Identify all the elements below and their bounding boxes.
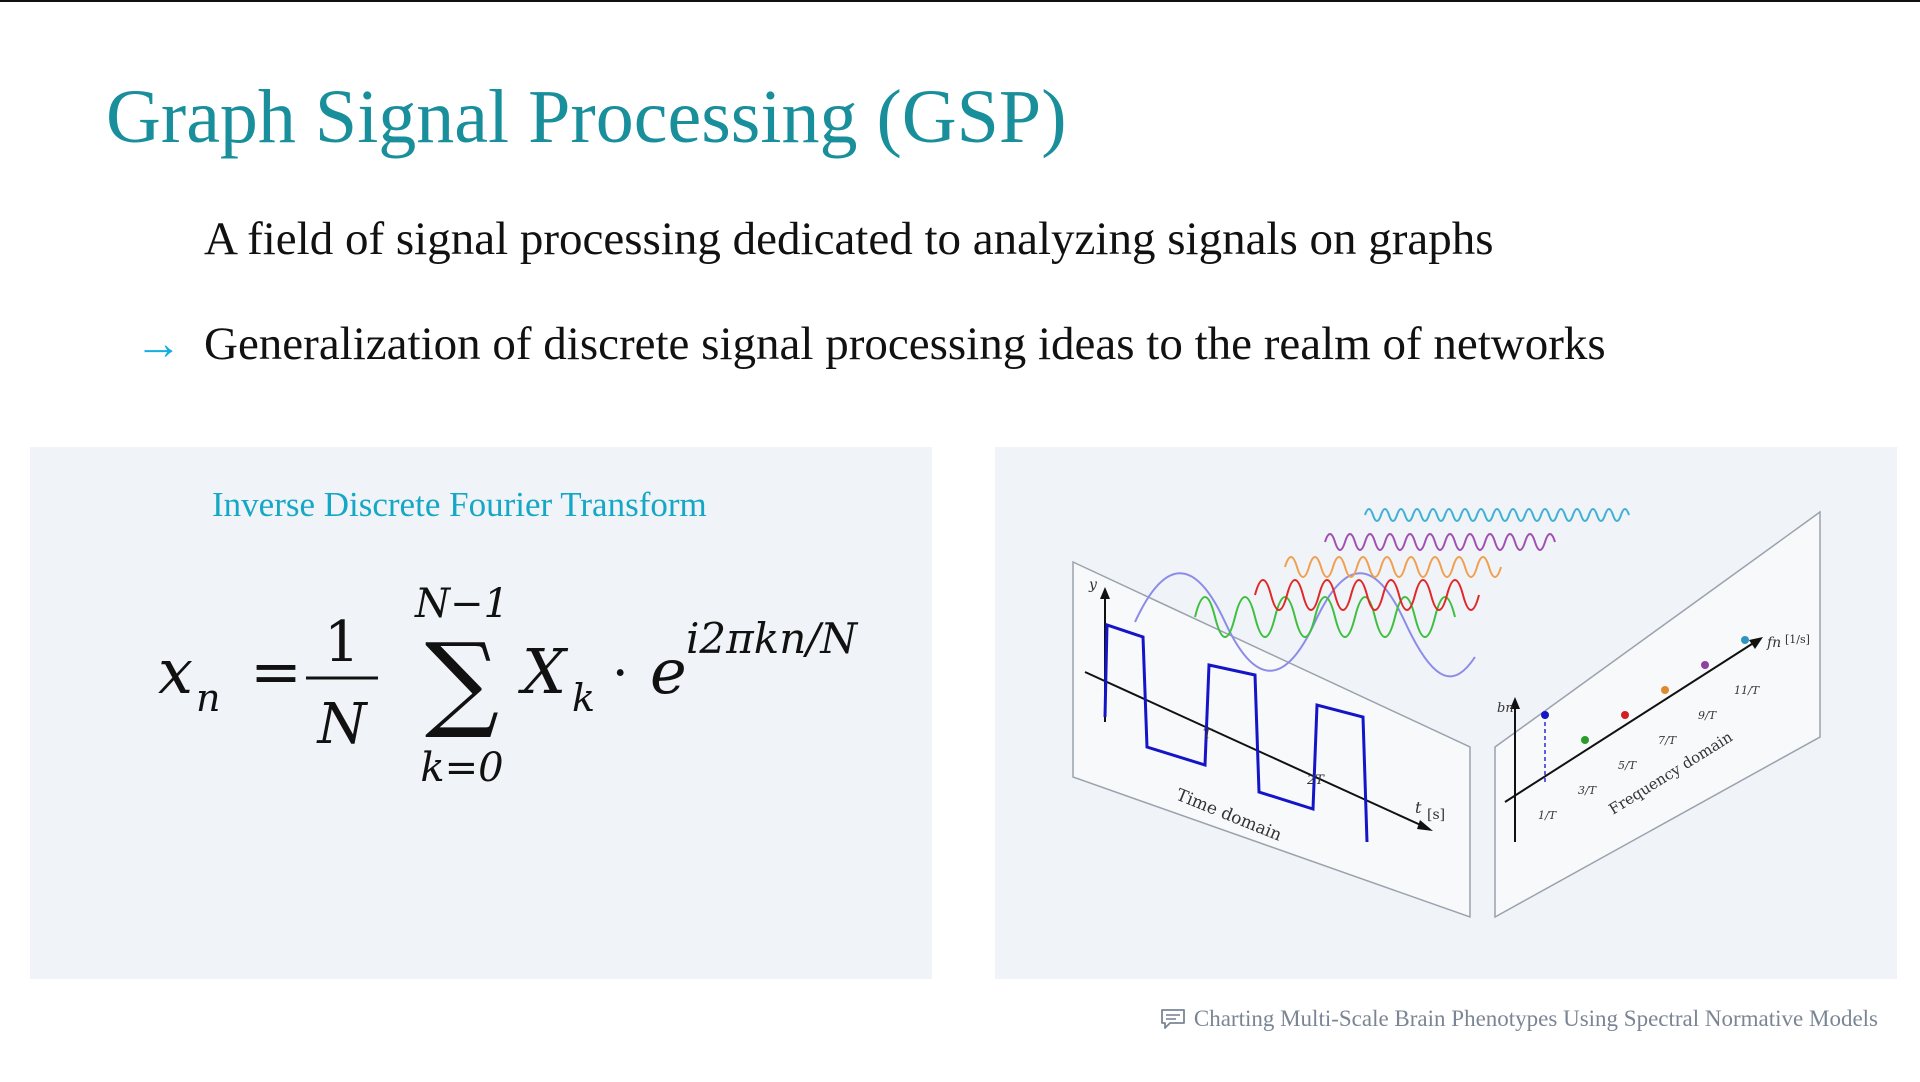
formula-sum-lower: k=0 xyxy=(420,745,503,791)
right-arrow-icon: → xyxy=(135,318,182,370)
freq-tick-3: 3/T xyxy=(1578,784,1598,797)
bn-axis-label: bn xyxy=(1497,701,1514,716)
generalization-text: Generalization of discrete signal proces… xyxy=(204,318,1606,370)
fn-axis-unit: [1/s] xyxy=(1785,633,1810,646)
freq-tick-5: 5/T xyxy=(1618,759,1638,772)
formula-dot: · xyxy=(612,644,629,704)
formula-exp-base: e xyxy=(650,635,687,708)
time-domain-plane xyxy=(1072,560,1471,919)
tick-2T: 2T xyxy=(1306,773,1325,788)
formula-lhs-sub: n xyxy=(196,676,220,720)
top-border xyxy=(0,0,1920,2)
spectrum-dot-3 xyxy=(1581,736,1589,744)
harmonic-3 xyxy=(1254,579,1480,611)
t-axis-unit: [s] xyxy=(1427,807,1445,823)
t-axis-label: t xyxy=(1415,798,1422,817)
formula-heading: Inverse Discrete Fourier Transform xyxy=(212,485,707,524)
formula-panel: Inverse Discrete Fourier Transform x n =… xyxy=(30,447,932,979)
tick-T: T xyxy=(1203,727,1213,742)
fourier-illustration: y t [s] T 2T Time domain bn fn [1/s] Fre… xyxy=(1072,508,1821,919)
footer-text: Charting Multi-Scale Brain Phenotypes Us… xyxy=(1193,1006,1878,1031)
y-axis-label: y xyxy=(1088,577,1098,593)
spectrum-dot-11 xyxy=(1741,636,1749,644)
fourier-illustration-panel: y t [s] T 2T Time domain bn fn [1/s] Fre… xyxy=(995,447,1897,979)
idft-formula: x n = 1 N N−1 ∑ k=0 X k · e i2πkn/N xyxy=(158,581,858,791)
formula-sum-symbol: ∑ xyxy=(425,620,499,742)
slide-line-generalization: → Generalization of discrete signal proce… xyxy=(135,317,1606,371)
spectrum-dot-5 xyxy=(1621,711,1629,719)
formula-denominator: N xyxy=(316,692,369,757)
spectrum-dot-7 xyxy=(1661,686,1669,694)
harmonic-6 xyxy=(1364,508,1630,522)
formula-numerator: 1 xyxy=(324,610,360,675)
freq-tick-9: 9/T xyxy=(1698,709,1718,722)
formula-term-sub: k xyxy=(572,676,595,720)
freq-tick-1: 1/T xyxy=(1538,809,1558,822)
formula-term-var: X xyxy=(518,635,569,708)
freq-tick-11: 11/T xyxy=(1734,684,1761,697)
formula-exponent: i2πkn/N xyxy=(686,614,858,663)
harmonic-4 xyxy=(1284,556,1502,578)
harmonic-5 xyxy=(1324,533,1556,551)
slide-title: Graph Signal Processing (GSP) xyxy=(106,75,1067,159)
formula-equals: = xyxy=(250,635,302,708)
spectrum-dot-1 xyxy=(1541,711,1549,719)
footer-citation: Charting Multi-Scale Brain Phenotypes Us… xyxy=(1160,1006,1878,1032)
formula-lhs-var: x xyxy=(158,635,193,708)
fn-axis-label: fn xyxy=(1766,635,1781,651)
slide-line-definition: A field of signal processing dedicated t… xyxy=(204,213,1494,265)
comment-icon xyxy=(1160,1009,1185,1029)
freq-tick-7: 7/T xyxy=(1658,734,1678,747)
spectrum-dot-9 xyxy=(1701,661,1709,669)
